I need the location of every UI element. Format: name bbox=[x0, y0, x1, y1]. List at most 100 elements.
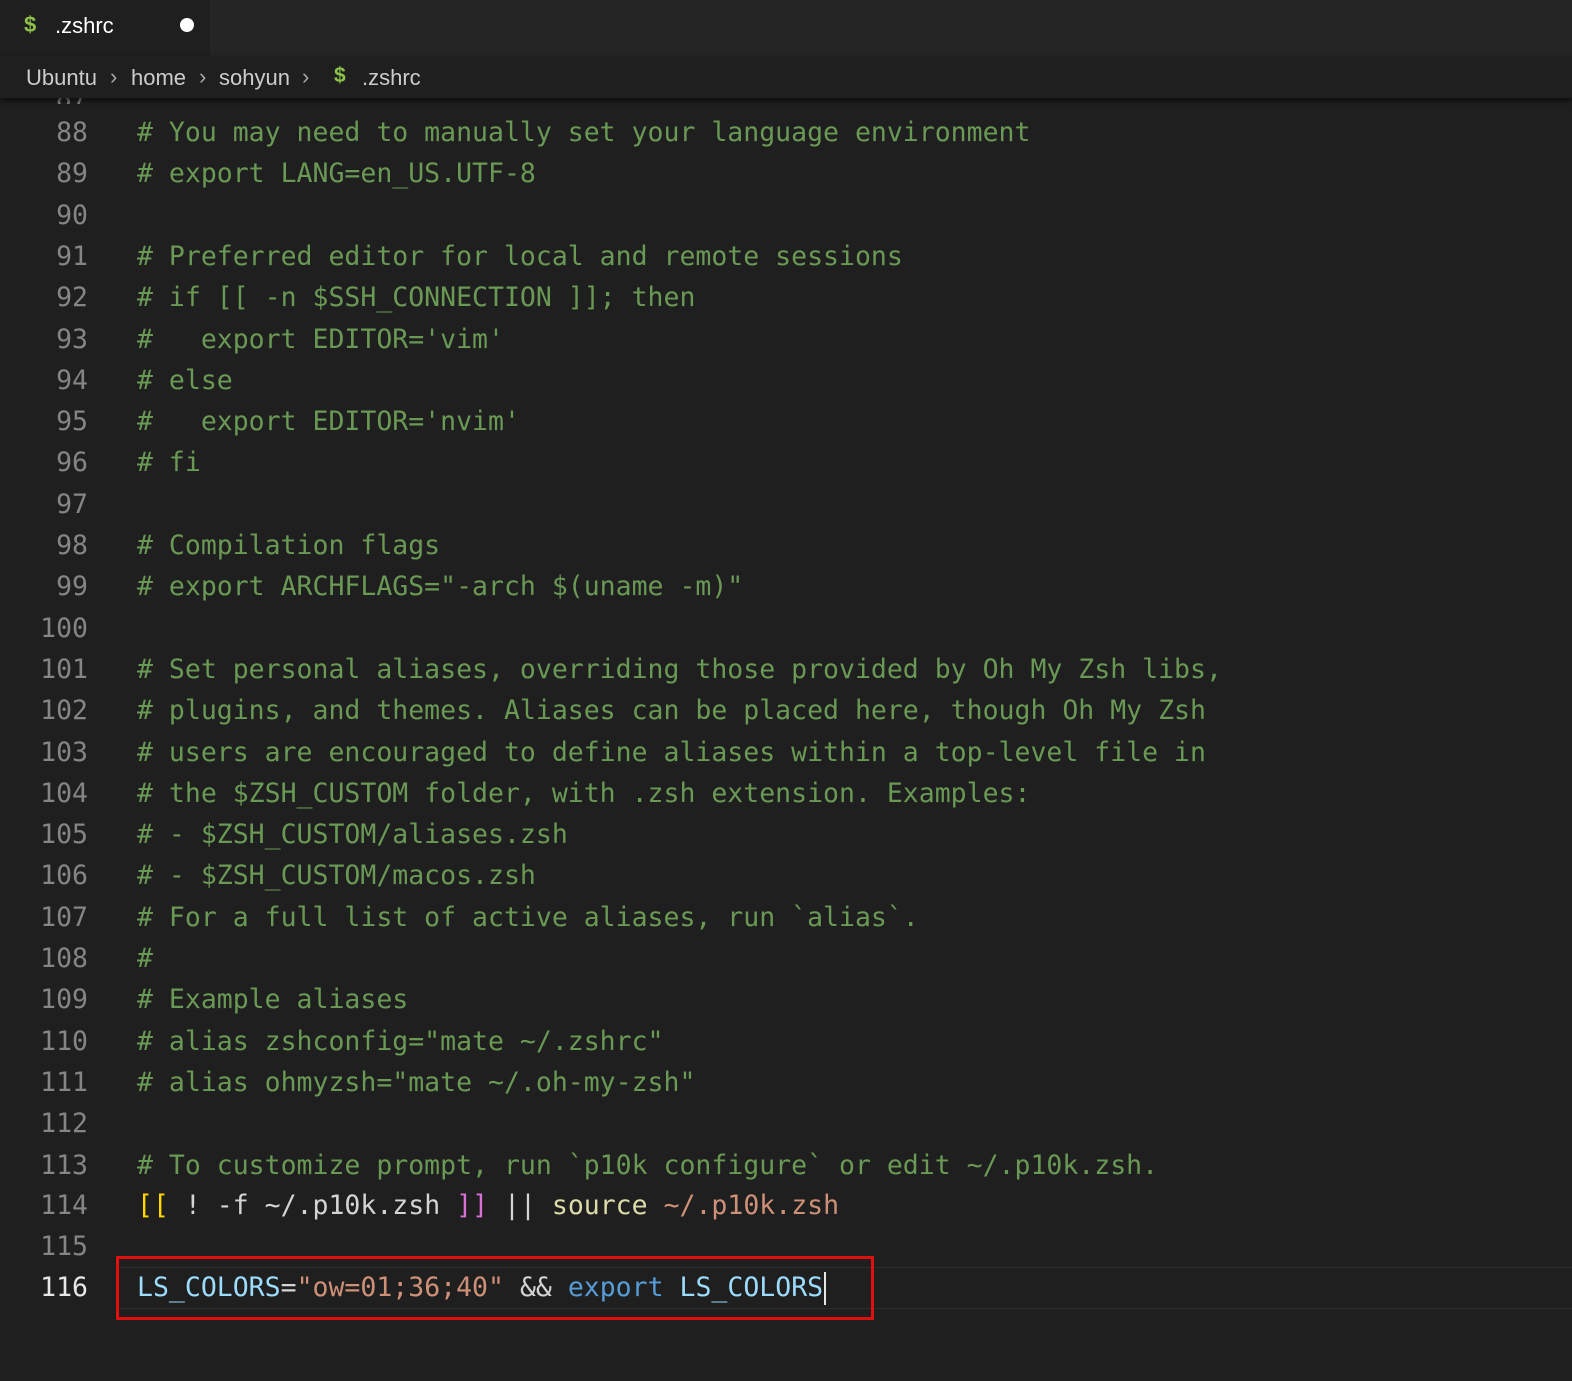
code-line-89[interactable]: 89 # export LANG=en_US.UTF-8 bbox=[0, 153, 1572, 194]
code-line-107[interactable]: 107 # For a full list of active aliases, … bbox=[0, 897, 1572, 938]
line-content: # Example aliases bbox=[137, 984, 409, 1016]
code-line-111[interactable]: 111 # alias ohmyzsh="mate ~/.oh-my-zsh" bbox=[0, 1062, 1572, 1103]
line-number: 111 bbox=[40, 1066, 88, 1098]
breadcrumb-item-home[interactable]: home bbox=[131, 65, 186, 91]
shell-dollar-icon: $ bbox=[24, 12, 37, 37]
line-number: 102 bbox=[40, 695, 88, 727]
unsaved-dot-icon[interactable] bbox=[180, 18, 194, 32]
code-line-93[interactable]: 93 # export EDITOR='vim' bbox=[0, 319, 1572, 360]
line-content: # alias ohmyzsh="mate ~/.oh-my-zsh" bbox=[137, 1066, 696, 1098]
line-content: [[ ! -f ~/.p10k.zsh ]] || source ~/.p10k… bbox=[137, 1185, 839, 1226]
code-editor[interactable]: 87 88 # You may need to manually set your… bbox=[0, 98, 1572, 1381]
line-number: 103 bbox=[40, 736, 88, 768]
line-number: 105 bbox=[40, 819, 88, 851]
line-number: 116 bbox=[40, 1272, 88, 1303]
line-number: 106 bbox=[40, 860, 88, 892]
line-content: # alias zshconfig="mate ~/.zshrc" bbox=[137, 1025, 664, 1057]
line-number: 88 bbox=[56, 117, 88, 148]
tab-zshrc[interactable]: $ .zshrc bbox=[0, 0, 210, 56]
line-number: 95 bbox=[56, 406, 88, 438]
code-line-106[interactable]: 106 # - $ZSH_CUSTOM/macos.zsh bbox=[0, 855, 1572, 896]
line-content: # To customize prompt, run `p10k configu… bbox=[137, 1149, 1159, 1181]
line-number: 90 bbox=[56, 199, 88, 231]
line-number: 115 bbox=[40, 1231, 88, 1262]
code-line-114[interactable]: 114 [[ ! -f ~/.p10k.zsh ]] || source ~/.… bbox=[0, 1185, 1572, 1226]
line-content: # export LANG=en_US.UTF-8 bbox=[137, 158, 536, 190]
breadcrumb-item-ubuntu[interactable]: Ubuntu bbox=[26, 65, 97, 91]
chevron-right-icon: › bbox=[302, 64, 310, 89]
line-content: # Set personal aliases, overriding those… bbox=[137, 653, 1222, 685]
bracket-open: [[ bbox=[137, 1190, 169, 1221]
code-line-103[interactable]: 103 # users are encouraged to define alia… bbox=[0, 732, 1572, 773]
code-line-88[interactable]: 88 # You may need to manually set your la… bbox=[0, 112, 1572, 153]
line-content: # fi bbox=[137, 447, 201, 479]
line-number: 98 bbox=[56, 530, 88, 561]
line-number: 89 bbox=[56, 158, 88, 190]
line-content: # users are encouraged to define aliases… bbox=[137, 736, 1206, 768]
line-number: 108 bbox=[40, 943, 88, 974]
source-path: ~/.p10k.zsh bbox=[663, 1190, 840, 1221]
code-line-91[interactable]: 91 # Preferred editor for local and remot… bbox=[0, 236, 1572, 277]
line-number: 96 bbox=[56, 447, 88, 479]
line-content: # else bbox=[137, 364, 233, 396]
code-line-112[interactable]: 112 bbox=[0, 1103, 1572, 1144]
line-content: # export ARCHFLAGS="-arch $(uname -m)" bbox=[137, 571, 744, 603]
line-content: # - $ZSH_CUSTOM/macos.zsh bbox=[137, 860, 536, 892]
tab-bar: $ .zshrc bbox=[0, 0, 1572, 56]
chevron-right-icon: › bbox=[199, 64, 207, 89]
code-line-100[interactable]: 100 bbox=[0, 608, 1572, 649]
line-number: 99 bbox=[56, 571, 88, 603]
chevron-right-icon: › bbox=[110, 64, 118, 89]
breadcrumb-item-sohyun[interactable]: sohyun bbox=[219, 65, 290, 91]
code-line-102[interactable]: 102 # plugins, and themes. Aliases can be… bbox=[0, 690, 1572, 731]
tab-label: .zshrc bbox=[55, 13, 114, 38]
line-content: # export EDITOR='nvim' bbox=[137, 406, 520, 438]
line-number: 113 bbox=[40, 1149, 88, 1181]
code-line-98[interactable]: 98 # Compilation flags bbox=[0, 525, 1572, 566]
breadcrumb-item-file[interactable]: .zshrc bbox=[362, 65, 421, 91]
code-line-110[interactable]: 110 # alias zshconfig="mate ~/.zshrc" bbox=[0, 1021, 1572, 1062]
code-line-99[interactable]: 99 # export ARCHFLAGS="-arch $(uname -m)" bbox=[0, 566, 1572, 607]
line-number: 92 bbox=[56, 282, 88, 314]
line-content: # the $ZSH_CUSTOM folder, with .zsh exte… bbox=[137, 777, 1031, 809]
line-number: 91 bbox=[56, 240, 88, 272]
code-line-113[interactable]: 113 # To customize prompt, run `p10k conf… bbox=[0, 1145, 1572, 1186]
line-content: # For a full list of active aliases, run… bbox=[137, 901, 919, 933]
line-number-partial: 87 bbox=[56, 98, 82, 104]
line-number: 114 bbox=[40, 1190, 88, 1221]
code-line-94[interactable]: 94 # else bbox=[0, 360, 1572, 401]
shell-dollar-icon: $ bbox=[334, 64, 346, 87]
or-operator: || bbox=[488, 1190, 552, 1221]
code-line-97[interactable]: 97 bbox=[0, 484, 1572, 525]
line-number: 93 bbox=[56, 323, 88, 355]
test-expression: ! -f ~/.p10k.zsh bbox=[168, 1190, 457, 1221]
code-line-108[interactable]: 108 # bbox=[0, 938, 1572, 979]
line-number: 112 bbox=[40, 1108, 88, 1140]
line-content: # bbox=[137, 943, 153, 974]
code-line-104[interactable]: 104 # the $ZSH_CUSTOM folder, with .zsh e… bbox=[0, 773, 1572, 814]
line-content: # if [[ -n $SSH_CONNECTION ]]; then bbox=[137, 282, 696, 314]
code-line-90[interactable]: 90 bbox=[0, 195, 1572, 236]
line-content: # You may need to manually set your lang… bbox=[137, 117, 1031, 148]
code-line-96[interactable]: 96 # fi bbox=[0, 442, 1572, 483]
line-number: 107 bbox=[40, 901, 88, 933]
line-number: 94 bbox=[56, 364, 88, 396]
bracket-close: ]] bbox=[456, 1190, 489, 1221]
line-number: 104 bbox=[40, 777, 88, 809]
line-content: # Compilation flags bbox=[137, 530, 441, 561]
breadcrumb: Ubuntu › home › sohyun › $ .zshrc bbox=[0, 56, 1572, 98]
code-line-95[interactable]: 95 # export EDITOR='nvim' bbox=[0, 401, 1572, 442]
line-number: 110 bbox=[40, 1025, 88, 1057]
code-line-109[interactable]: 109 # Example aliases bbox=[0, 979, 1572, 1020]
source-command: source bbox=[551, 1190, 648, 1221]
line-content: # - $ZSH_CUSTOM/aliases.zsh bbox=[137, 819, 568, 851]
line-content: # Preferred editor for local and remote … bbox=[137, 240, 903, 272]
code-line-105[interactable]: 105 # - $ZSH_CUSTOM/aliases.zsh bbox=[0, 814, 1572, 855]
code-line-101[interactable]: 101 # Set personal aliases, overriding th… bbox=[0, 649, 1572, 690]
line-number: 100 bbox=[40, 612, 88, 644]
line-content: # plugins, and themes. Aliases can be pl… bbox=[137, 695, 1206, 727]
line-number: 97 bbox=[56, 488, 88, 520]
line-number: 109 bbox=[40, 984, 88, 1016]
code-line-92[interactable]: 92 # if [[ -n $SSH_CONNECTION ]]; then bbox=[0, 277, 1572, 318]
line-number: 101 bbox=[40, 653, 88, 685]
